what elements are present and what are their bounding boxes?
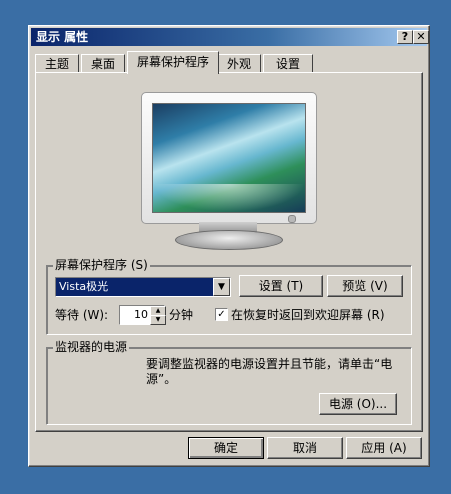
- power-led-icon: [288, 215, 296, 223]
- spin-down-icon[interactable]: ▼: [150, 315, 166, 325]
- preview-button[interactable]: 预览 (V): [327, 275, 403, 297]
- screensaver-group: 屏幕保护程序 (S) Vista极光 ▼ 设置 (T) 预览 (V) 等待 (W…: [46, 258, 412, 335]
- power-description-line2: 源”。: [146, 372, 177, 386]
- tab-settings[interactable]: 设置: [263, 54, 313, 73]
- screensaver-preview-screen: [152, 103, 306, 213]
- power-button[interactable]: 电源 (O)...: [319, 393, 397, 415]
- monitor-stand: [175, 230, 283, 250]
- screensaver-select[interactable]: Vista极光 ▼: [55, 277, 231, 297]
- tab-theme[interactable]: 主题: [35, 54, 79, 73]
- resume-welcome-label[interactable]: 在恢复时返回到欢迎屏幕 (R): [231, 308, 385, 322]
- tab-appearance[interactable]: 外观: [217, 54, 261, 73]
- monitor-preview: [141, 92, 317, 252]
- window-title: 显示 属性: [36, 30, 89, 44]
- resume-welcome-checkbox[interactable]: ✓: [215, 308, 228, 321]
- screen-glow: [153, 184, 305, 212]
- tab-screensaver[interactable]: 屏幕保护程序: [127, 51, 219, 74]
- screensaver-selected-value: Vista极光: [59, 280, 109, 293]
- tab-desktop[interactable]: 桌面: [81, 54, 125, 73]
- wait-minutes-spinner[interactable]: 10 ▲ ▼: [119, 305, 166, 325]
- power-description-line1: 要调整监视器的电源设置并且节能，请单击“电: [146, 357, 393, 371]
- help-button[interactable]: ?: [397, 30, 413, 44]
- power-group: 监视器的电源 要调整监视器的电源设置并且节能，请单击“电 源”。 电源 (O).…: [46, 340, 412, 425]
- ok-button[interactable]: 确定: [188, 437, 264, 459]
- wait-label: 等待 (W):: [55, 308, 109, 322]
- cancel-button[interactable]: 取消: [267, 437, 343, 459]
- chevron-down-icon[interactable]: ▼: [213, 278, 230, 296]
- apply-button[interactable]: 应用 (A): [346, 437, 422, 459]
- monitor-frame: [141, 92, 317, 224]
- display-properties-window: 显示 属性 ? ✕ 主题 桌面 屏幕保护程序 外观 设置 屏幕保护程序 (S) …: [28, 25, 430, 467]
- power-group-label: 监视器的电源: [53, 340, 130, 354]
- spinner-buttons: ▲ ▼: [150, 306, 166, 325]
- title-bar[interactable]: 显示 属性 ? ✕: [31, 28, 429, 46]
- screensaver-group-label: 屏幕保护程序 (S): [53, 258, 150, 272]
- minutes-label: 分钟: [169, 308, 194, 322]
- settings-button[interactable]: 设置 (T): [239, 275, 323, 297]
- wait-minutes-value[interactable]: 10: [134, 308, 148, 321]
- close-button[interactable]: ✕: [413, 30, 429, 44]
